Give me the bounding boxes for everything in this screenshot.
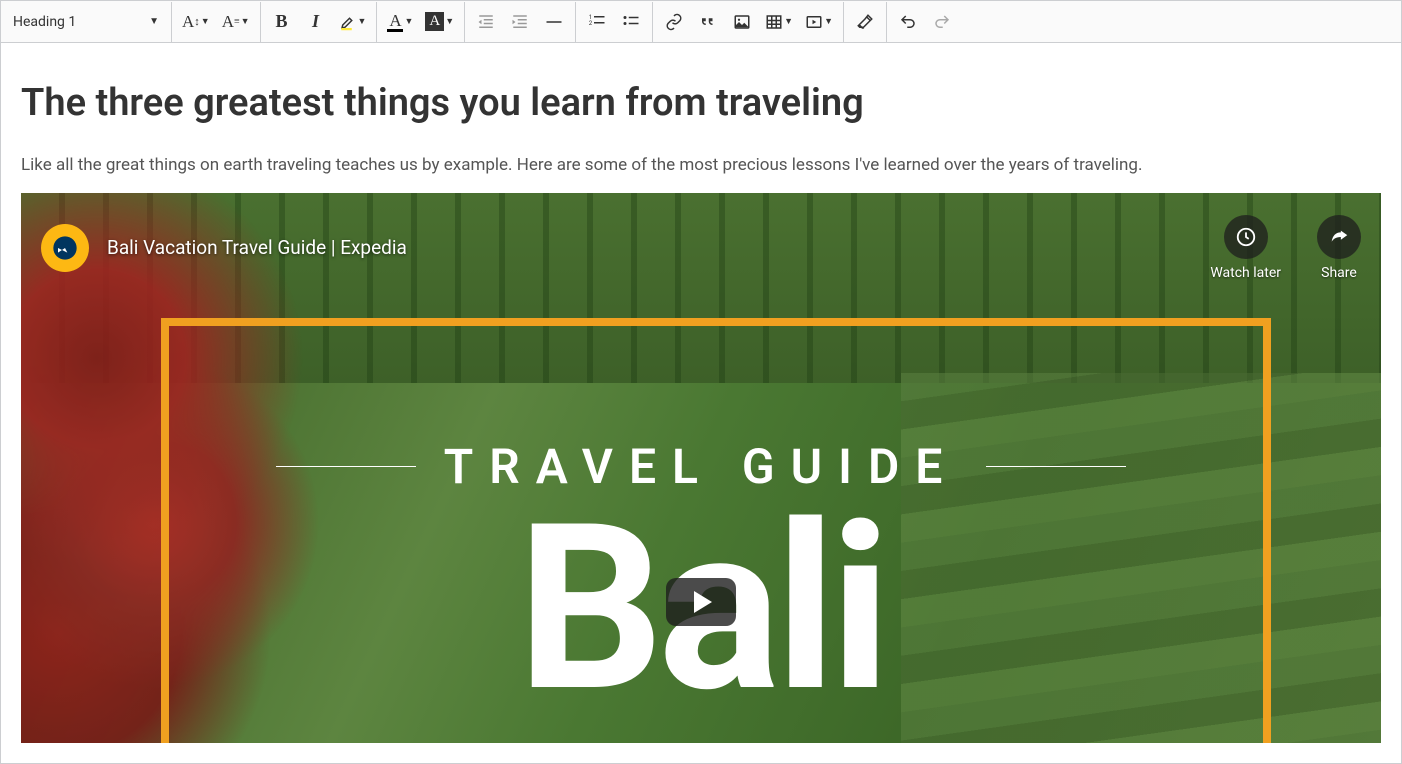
share-label: Share [1321,265,1357,281]
outdent-icon [477,13,495,31]
svg-text:2: 2 [589,20,593,27]
toolbar: Heading 1 ▼ A↕ ▼ A≡ ▼ B I ▼ A [1,1,1401,43]
bulleted-list-icon [622,13,640,31]
undo-icon [899,13,917,31]
font-size-icon: A↕ [182,12,200,32]
table-button[interactable]: ▼ [759,5,799,39]
separator [575,2,576,42]
bold-icon: B [276,11,288,32]
media-icon [805,13,823,31]
separator [843,2,844,42]
chevron-down-icon: ▼ [241,16,250,27]
separator [652,2,653,42]
font-color-button[interactable]: A ▼ [381,5,419,39]
share-button[interactable]: Share [1317,215,1361,281]
rich-text-editor: Heading 1 ▼ A↕ ▼ A≡ ▼ B I ▼ A [0,0,1402,764]
quote-icon [699,13,717,31]
document-paragraph[interactable]: Like all the great things on earth trave… [21,153,1381,179]
share-icon [1328,226,1350,248]
link-icon [665,13,683,31]
remove-format-button[interactable] [848,5,882,39]
image-button[interactable] [725,5,759,39]
video-title[interactable]: Bali Vacation Travel Guide | Expedia [107,236,407,259]
chevron-down-icon: ▼ [824,16,833,27]
bold-button[interactable]: B [265,5,299,39]
editor-content[interactable]: The three greatest things you learn from… [1,43,1401,763]
numbered-list-button[interactable]: 12 [580,5,614,39]
highlight-button[interactable]: ▼ [333,5,373,39]
font-color-icon: A [387,11,403,32]
clock-icon [1235,226,1257,248]
heading-dropdown[interactable]: Heading 1 ▼ [5,5,167,39]
table-icon [765,13,783,31]
play-button[interactable] [666,578,736,626]
redo-button[interactable] [925,5,959,39]
separator [886,2,887,42]
media-button[interactable]: ▼ [799,5,839,39]
indent-button[interactable] [503,5,537,39]
separator [376,2,377,42]
bulleted-list-button[interactable] [614,5,648,39]
document-heading[interactable]: The three greatest things you learn from… [21,81,1381,125]
outdent-button[interactable] [469,5,503,39]
horizontal-line-button[interactable] [537,5,571,39]
blockquote-button[interactable] [691,5,725,39]
image-icon [733,13,751,31]
redo-icon [933,13,951,31]
highlight-icon [339,13,357,31]
video-embed[interactable]: Bali Vacation Travel Guide | Expedia Wat… [21,193,1381,743]
watch-later-label: Watch later [1210,265,1281,281]
chevron-down-icon: ▼ [445,16,454,27]
chevron-down-icon: ▼ [149,16,159,27]
separator [464,2,465,42]
eraser-icon [856,13,874,31]
separator [260,2,261,42]
font-background-icon: A [425,12,444,31]
link-button[interactable] [657,5,691,39]
separator [171,2,172,42]
chevron-down-icon: ▼ [404,16,413,27]
play-icon [694,591,712,613]
undo-button[interactable] [891,5,925,39]
channel-avatar[interactable] [41,224,89,272]
indent-icon [511,13,529,31]
chevron-down-icon: ▼ [784,16,793,27]
font-background-button[interactable]: A ▼ [419,5,460,39]
font-size-button[interactable]: A↕ ▼ [176,5,216,39]
watch-later-button[interactable]: Watch later [1210,215,1281,281]
chevron-down-icon: ▼ [201,16,210,27]
heading-dropdown-label: Heading 1 [13,14,76,30]
video-header: Bali Vacation Travel Guide | Expedia Wat… [41,215,1361,281]
expedia-logo-icon [51,234,79,262]
numbered-list-icon: 12 [588,13,606,31]
horizontal-line-icon [545,13,563,31]
font-family-icon: A≡ [222,12,240,32]
italic-button[interactable]: I [299,5,333,39]
chevron-down-icon: ▼ [358,16,367,27]
font-family-button[interactable]: A≡ ▼ [216,5,256,39]
italic-icon: I [312,11,319,32]
